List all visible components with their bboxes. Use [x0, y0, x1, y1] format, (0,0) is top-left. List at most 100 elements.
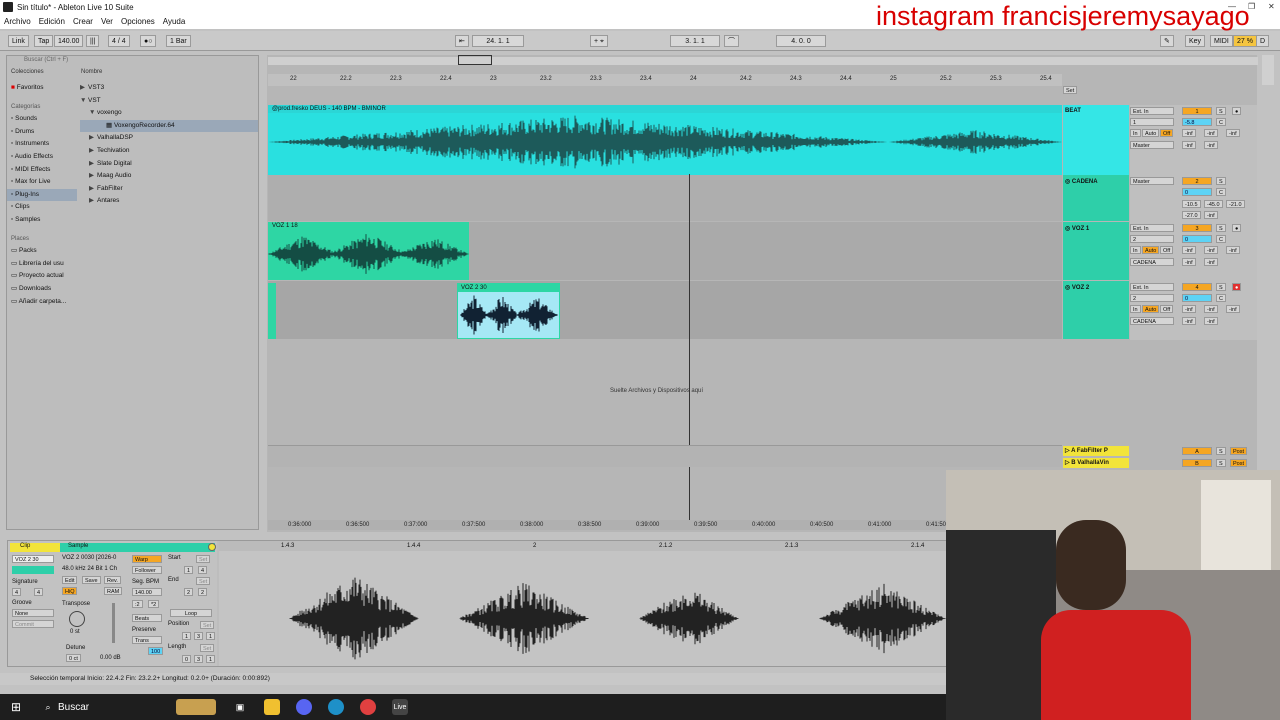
- cadena-track-activator[interactable]: 2: [1182, 177, 1212, 185]
- menu-archivo[interactable]: Archivo: [4, 17, 31, 26]
- return-a-post[interactable]: Post: [1230, 447, 1248, 455]
- voz2-clip-fragment[interactable]: [268, 283, 276, 339]
- voz2-monitor-auto[interactable]: Auto: [1142, 305, 1160, 313]
- end-field-beat[interactable]: 2: [198, 588, 208, 596]
- double-tempo-button[interactable]: *2: [148, 600, 160, 608]
- return-track-a[interactable]: ▷ A FabFilter P: [1063, 446, 1129, 456]
- voz1-volume[interactable]: 0: [1182, 235, 1212, 243]
- voz2-monitor-off[interactable]: Off: [1160, 305, 1174, 313]
- nudge-icon[interactable]: |||: [86, 35, 100, 47]
- category-samples[interactable]: ▫ Samples: [7, 214, 77, 227]
- vertical-scrollbar[interactable]: [1262, 55, 1274, 85]
- voz2-volume[interactable]: 0: [1182, 294, 1212, 302]
- loop-icon[interactable]: ⌒: [724, 35, 739, 47]
- overview-strip[interactable]: [268, 57, 1258, 65]
- gain-slider[interactable]: [112, 603, 115, 643]
- place-add-folder[interactable]: ▭ Añadir carpeta...: [7, 296, 77, 309]
- tap-button[interactable]: Tap: [34, 35, 54, 47]
- voz2-output[interactable]: CADENA: [1130, 317, 1174, 325]
- category-clips[interactable]: ▫ Clips: [7, 201, 77, 214]
- length-field-beat[interactable]: 3: [194, 655, 204, 663]
- transpose-knob[interactable]: [69, 611, 85, 627]
- voz2-arm-icon[interactable]: ●: [1232, 283, 1242, 291]
- tree-item[interactable]: ▶ Slate Digital: [80, 158, 258, 171]
- preserve-select[interactable]: Trans: [132, 636, 162, 644]
- cadena-send-b[interactable]: -45.0: [1204, 200, 1223, 208]
- length-set-button[interactable]: Set: [200, 644, 215, 652]
- cadena-pan[interactable]: C: [1216, 188, 1226, 196]
- clip-tab[interactable]: Clip: [10, 543, 60, 552]
- category-instruments[interactable]: ▫ Instruments: [7, 138, 77, 151]
- key-map-button[interactable]: Key: [1185, 35, 1206, 47]
- return-track-b[interactable]: ▷ B ValhallaVin: [1063, 458, 1129, 468]
- menu-edicion[interactable]: Edición: [39, 17, 65, 26]
- draw-icon[interactable]: ✎: [1160, 35, 1174, 47]
- voz2-send-b[interactable]: -inf: [1204, 305, 1218, 313]
- length-field-sixteenth[interactable]: 1: [206, 655, 216, 663]
- return-b-solo-button[interactable]: S: [1216, 459, 1226, 467]
- link-button[interactable]: Link: [8, 35, 29, 47]
- category-sounds[interactable]: ▫ Sounds: [7, 113, 77, 126]
- groove-select[interactable]: None: [12, 609, 54, 617]
- position-field-beat[interactable]: 3: [194, 632, 204, 640]
- track-header-voz1[interactable]: ◎ VOZ 1: [1063, 222, 1129, 280]
- save-button[interactable]: Save: [82, 576, 101, 584]
- menu-crear[interactable]: Crear: [73, 17, 93, 26]
- beat-send-a[interactable]: -inf: [1182, 129, 1196, 137]
- cadena-output[interactable]: Master: [1130, 177, 1174, 185]
- discord-icon[interactable]: [296, 699, 312, 715]
- cadena-send-a[interactable]: -10.5: [1182, 200, 1201, 208]
- beat-input-channel[interactable]: 1: [1130, 118, 1174, 126]
- voz2-input-channel[interactable]: 2: [1130, 294, 1174, 302]
- category-audio-effects[interactable]: ▫ Audio Effects: [7, 151, 77, 164]
- beat-ruler[interactable]: 22 22.2 22.3 22.4 23 23.2 23.3 23.4 24 24.2 24.3 24…: [268, 74, 1062, 86]
- taskbar-search[interactable]: Buscar: [58, 702, 168, 713]
- voz2-input-type[interactable]: Ext. In: [1130, 283, 1174, 291]
- close-icon[interactable]: ✕: [1268, 2, 1275, 11]
- file-explorer-icon[interactable]: [264, 699, 280, 715]
- end-set-button[interactable]: Set: [196, 577, 211, 585]
- chrome-icon[interactable]: [360, 699, 376, 715]
- menu-ayuda[interactable]: Ayuda: [163, 17, 186, 26]
- voz1-send-c[interactable]: -inf: [1226, 246, 1240, 254]
- task-view-icon[interactable]: ▣: [232, 699, 248, 715]
- windows-start-icon[interactable]: ⊞: [8, 699, 24, 715]
- beat-track-activator[interactable]: 1: [1182, 107, 1212, 115]
- voz2-solo-button[interactable]: S: [1216, 283, 1226, 291]
- voz2-track-activator[interactable]: 4: [1182, 283, 1212, 291]
- preserve-value[interactable]: 100: [148, 647, 164, 655]
- cadena-solo-button[interactable]: S: [1216, 177, 1226, 185]
- beat-volume[interactable]: -5.8: [1182, 118, 1212, 126]
- beat-send-b[interactable]: -inf: [1204, 129, 1218, 137]
- clip-color-swatch[interactable]: [12, 566, 54, 574]
- quantize-select[interactable]: 1 Bar: [166, 35, 191, 47]
- voz1-track-activator[interactable]: 3: [1182, 224, 1212, 232]
- end-field-bar[interactable]: 2: [184, 588, 194, 596]
- tree-item[interactable]: ▶ FabFilter: [80, 183, 258, 196]
- tempo-field[interactable]: 140.00: [54, 35, 84, 47]
- track-voz2-clip[interactable]: VOZ 2 30: [457, 283, 560, 339]
- return-a-activator[interactable]: A: [1182, 447, 1212, 455]
- signature-field[interactable]: 4 / 4: [108, 35, 130, 47]
- category-plug-ins[interactable]: ▫ Plug-Ins: [7, 188, 77, 202]
- position-field[interactable]: 24. 1. 1: [472, 35, 524, 47]
- loop-start-field[interactable]: 3. 1. 1: [670, 35, 720, 47]
- voz2-pan[interactable]: C: [1216, 294, 1226, 302]
- midi-map-button[interactable]: MIDI: [1210, 35, 1233, 47]
- clip-name-field[interactable]: VOZ 2 30: [12, 555, 54, 563]
- favorites-item[interactable]: ■ Favoritos: [7, 82, 77, 95]
- loop-length-field[interactable]: 4. 0. 0: [776, 35, 826, 47]
- return-b-post[interactable]: Post: [1230, 459, 1248, 467]
- track-beat-clip[interactable]: @prod.fresko DEUS - 140 BPM - BMINOR: [268, 105, 1062, 175]
- position-set-button[interactable]: Set: [200, 621, 215, 629]
- beat-output[interactable]: Master: [1130, 141, 1174, 149]
- position-field-sixteenth[interactable]: 1: [206, 632, 216, 640]
- ram-button[interactable]: RAM: [104, 587, 123, 595]
- place-user-library[interactable]: ▭ Librería del usu: [7, 258, 77, 271]
- tree-item[interactable]: ▼ VST: [80, 95, 258, 108]
- signature-denominator[interactable]: 4: [34, 588, 44, 596]
- half-tempo-button[interactable]: :2: [132, 600, 143, 608]
- tree-item[interactable]: ▶ Antares: [80, 195, 258, 208]
- detune-field[interactable]: 0 ct: [66, 654, 81, 662]
- beat-monitor-in[interactable]: In: [1130, 129, 1141, 137]
